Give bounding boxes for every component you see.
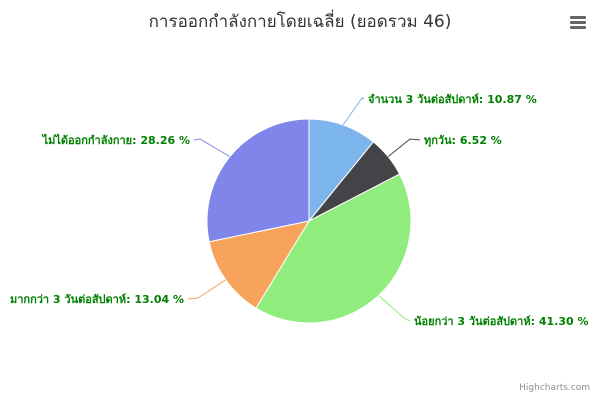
data-label: มากกว่า 3 วันต่อสัปดาห์: 13.04 % (10, 293, 184, 306)
data-label: จำนวน 3 วันต่อสัปดาห์: 10.87 % (368, 93, 537, 106)
credits-link[interactable]: Highcharts.com (519, 383, 590, 393)
label-connector (342, 97, 365, 126)
label-connector (378, 295, 411, 322)
label-connector (387, 138, 421, 158)
data-label: ไม่ได้ออกกำลังกาย: 28.26 % (41, 133, 190, 147)
data-label: ทุกวัน: 6.52 % (424, 134, 502, 148)
data-label: น้อยกว่า 3 วันต่อสัปดาห์: 41.30 % (414, 315, 589, 328)
pie-chart: จำนวน 3 วันต่อสัปดาห์: 10.87 % ทุกวัน: 6.… (10, 93, 589, 328)
label-connector (193, 138, 231, 158)
label-connector (187, 279, 226, 300)
pie-slice[interactable] (206, 118, 310, 243)
pie-slices (206, 118, 412, 324)
